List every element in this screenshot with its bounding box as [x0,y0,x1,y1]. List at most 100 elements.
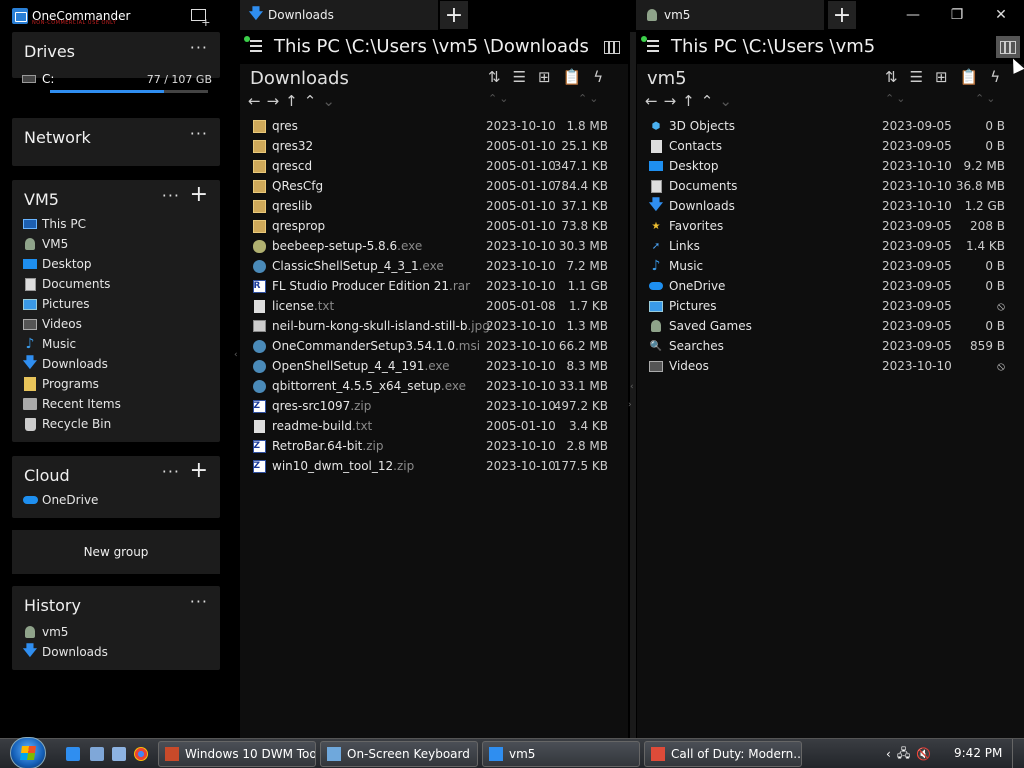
sidebar-item-onedrive[interactable]: OneDrive [22,490,98,510]
sidebar-item-vm5[interactable]: vm5 [22,622,68,642]
sidebar-item-downloads[interactable]: 🡇 Downloads [22,642,108,662]
file-row[interactable]: beebeep-setup-5.8.6.exe 2023-10-10 30.3 MB [240,236,628,256]
tray-expand-icon[interactable]: ‹ [886,747,891,761]
file-row[interactable]: neil-burn-kong-skull-island-still-b.jpg 2… [240,316,628,336]
column-layout-button[interactable] [600,36,624,58]
up-arrow-icon[interactable]: ↑ [285,92,298,110]
minimize-button[interactable]: — [890,0,936,30]
breadcrumb-path[interactable]: This PC \C:\Users \vm5 [671,36,875,57]
back-arrow-icon[interactable]: ← [248,92,261,110]
actions-icon[interactable]: ϟ [593,68,603,88]
file-row[interactable]: QResCfg 2005-01-10 784.4 KB [240,176,628,196]
collapse-sidebar-icon[interactable]: ‹ [234,350,238,360]
date-sort-indicator[interactable]: ⌃⌄ [885,92,907,105]
sidebar-item-recent-items[interactable]: Recent Items [22,394,121,414]
file-row[interactable]: Z RetroBar.64-bit.zip 2023-10-10 2.8 MB [240,436,628,456]
list-view-icon[interactable]: ☰ [910,68,923,88]
volume-muted-icon[interactable]: 🔇 [916,747,931,761]
tab-vm5[interactable]: vm5 [636,0,824,30]
file-row[interactable]: qrescd 2005-01-10 347.1 KB [240,156,628,176]
taskbar-button[interactable]: On-Screen Keyboard [320,741,478,767]
new-item-icon[interactable]: ⊞ [935,68,948,88]
network-more-button[interactable]: ··· [190,124,208,143]
date-sort-indicator[interactable]: ⌃⌄ [488,92,510,105]
file-row[interactable]: ★ Favorites 2023-09-05 208 B [637,216,1024,236]
expand-right-icon[interactable]: › [628,400,632,410]
file-row[interactable]: qreslib 2005-01-10 37.1 KB [240,196,628,216]
keyboard-icon[interactable] [112,747,126,761]
file-row[interactable]: Contacts 2023-09-05 0 B [637,136,1024,156]
file-row[interactable]: ClassicShellSetup_4_3_1.exe 2023-10-10 7.2… [240,256,628,276]
file-row[interactable]: Documents 2023-10-10 36.8 MB [637,176,1024,196]
sidebar-item-downloads[interactable]: 🡇 Downloads [22,354,108,374]
network-title[interactable]: Network [24,128,91,147]
file-row[interactable]: ♪ Music 2023-09-05 0 B [637,256,1024,276]
taskbar-button[interactable]: vm5 [482,741,640,767]
file-row[interactable]: OpenShellSetup_4_4_191.exe 2023-10-10 8.3 … [240,356,628,376]
file-row[interactable]: ➚ Links 2023-09-05 1.4 KB [637,236,1024,256]
file-row[interactable]: R FL Studio Producer Edition 21.rar 2023-1… [240,276,628,296]
vm5-add-button[interactable]: + [190,184,208,206]
forward-arrow-icon[interactable]: → [664,92,677,110]
up-arrow-icon[interactable]: ↑ [682,92,695,110]
new-group-button[interactable]: New group [12,530,220,574]
file-row[interactable]: qres 2023-10-10 1.8 MB [240,116,628,136]
file-row[interactable]: qres32 2005-01-10 25.1 KB [240,136,628,156]
file-row[interactable]: license.txt 2005-01-08 1.7 KB [240,296,628,316]
sidebar-item-pictures[interactable]: Pictures [22,294,90,314]
taskbar-button[interactable]: Windows 10 DWM Tool [158,741,316,767]
chevron-up-icon[interactable]: ⌃ [304,92,317,110]
sidebar-item-this-pc[interactable]: This PC [22,214,86,234]
add-tab-button-right[interactable]: + [828,1,856,29]
file-row[interactable]: qresprop 2005-01-10 73.8 KB [240,216,628,236]
file-row[interactable]: Videos 2023-10-10 ⦸ [637,356,1024,376]
chrome-icon[interactable] [134,747,148,761]
pane-splitter[interactable]: ‹ [630,32,636,738]
maximize-button[interactable]: ❐ [934,0,980,30]
add-tab-button-left[interactable]: + [440,1,468,29]
hamburger-menu-icon[interactable] [647,40,659,55]
sidebar-item-vm5[interactable]: VM5 [22,234,68,254]
sort-icon[interactable]: ⇅ [885,68,898,88]
back-arrow-icon[interactable]: ← [645,92,658,110]
file-row[interactable]: Zwin10_dwm_tool_12.zip 2023-10-10 177.5 KB [240,456,628,476]
cloud-add-button[interactable]: + [190,460,208,482]
new-window-button[interactable] [184,3,212,29]
file-row[interactable]: OneDrive 2023-09-05 0 B [637,276,1024,296]
chevron-down-icon[interactable]: ⌄ [719,92,732,110]
sidebar-item-music[interactable]: ♪ Music [22,334,77,354]
file-row[interactable]: qbittorrent_4.5.5_x64_setup.exe 2023-10-1… [240,376,628,396]
file-row[interactable]: ⬢ 3D Objects 2023-09-05 0 B [637,116,1024,136]
sidebar-item-recycle-bin[interactable]: Recycle Bin [22,414,111,434]
collapse-left-icon[interactable]: ‹ [630,382,634,392]
close-button[interactable]: ✕ [978,0,1024,30]
chevron-up-icon[interactable]: ⌃ [701,92,714,110]
drives-more-button[interactable]: ··· [190,38,208,57]
size-sort-indicator[interactable]: ⌃⌄ [578,92,600,105]
paste-icon[interactable]: 📋 [563,68,582,88]
file-row[interactable]: 🔍 Searches 2023-09-05 859 B [637,336,1024,356]
start-button[interactable] [10,737,46,768]
new-item-icon[interactable]: ⊞ [538,68,551,88]
vm5-more-button[interactable]: ··· [162,186,180,205]
taskbar-button[interactable]: Call of Duty: Modern... [644,741,802,767]
file-explorer-icon[interactable] [66,747,80,761]
forward-arrow-icon[interactable]: → [267,92,280,110]
file-row[interactable]: Pictures 2023-09-05 ⦸ [637,296,1024,316]
paste-icon[interactable]: 📋 [960,68,979,88]
clock[interactable]: 9:42 PM [954,746,1002,760]
cloud-more-button[interactable]: ··· [162,462,180,481]
file-row[interactable]: 🡇 Downloads 2023-10-10 1.2 GB [637,196,1024,216]
list-view-icon[interactable]: ☰ [513,68,526,88]
history-more-button[interactable]: ··· [190,592,208,611]
chevron-down-icon[interactable]: ⌄ [322,92,335,110]
hamburger-menu-icon[interactable] [250,40,262,55]
show-desktop-button[interactable] [1012,739,1024,768]
sidebar-item-desktop[interactable]: Desktop [22,254,92,274]
sort-icon[interactable]: ⇅ [488,68,501,88]
file-row[interactable]: OneCommanderSetup3.54.1.0.msi 2023-10-10 6… [240,336,628,356]
sidebar-item-videos[interactable]: Videos [22,314,82,334]
size-sort-indicator[interactable]: ⌃⌄ [975,92,997,105]
file-row[interactable]: Zqres-src1097.zip 2023-10-10 497.2 KB [240,396,628,416]
network-icon[interactable]: 🖧 [897,744,910,765]
